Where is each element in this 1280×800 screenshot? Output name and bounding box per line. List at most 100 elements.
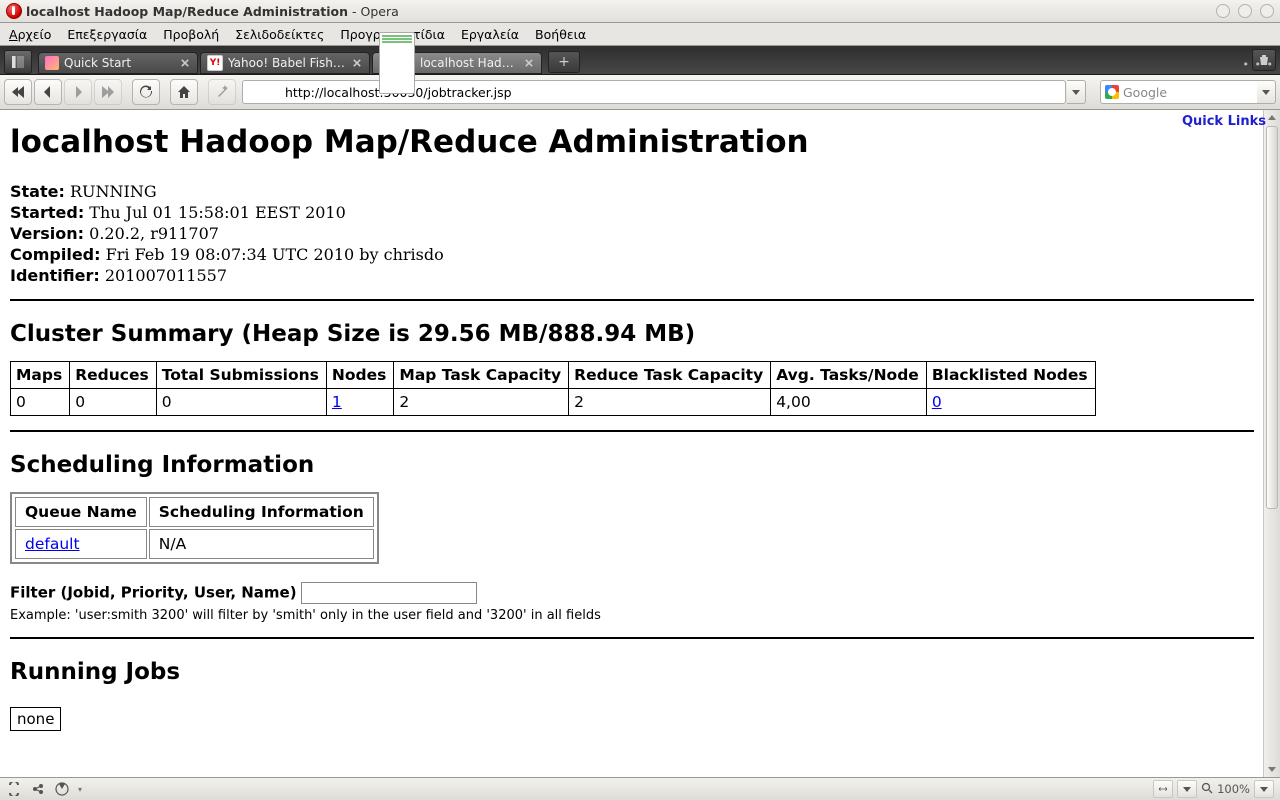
zoom-controls: 100% [1153,780,1274,798]
search-field[interactable]: Google [1100,80,1260,104]
filter-label: Filter (Jobid, Priority, User, Name) [10,584,297,602]
running-jobs-heading: Running Jobs [10,659,1254,685]
window-title-page: localhost Hadoop Map/Reduce Administrati… [26,4,348,19]
zoom-dropdown-button[interactable] [1177,780,1197,798]
page-title: localhost Hadoop Map/Reduce Administrati… [10,124,1254,160]
queue-default-link[interactable]: default [25,535,80,553]
status-bar: ▾ 100% [0,777,1280,800]
version-label: Version: [10,224,84,243]
scroll-up-button[interactable] [1264,110,1280,126]
cell-nodes: 1 [326,389,393,416]
menu-file[interactable]: Αρχείο [2,25,58,44]
cell-sched-info: N/A [149,529,374,559]
new-tab-button[interactable]: + [548,51,580,73]
col-nodes: Nodes [326,362,393,389]
status-dropdown-icon[interactable]: ▾ [78,785,82,794]
fit-width-button[interactable] [1153,780,1173,798]
back-button[interactable] [34,79,62,105]
cluster-summary-table: Maps Reduces Total Submissions Nodes Map… [10,361,1096,416]
unite-status-icon[interactable] [30,781,46,797]
tab-close-button[interactable] [178,57,191,70]
scroll-down-button[interactable] [1264,761,1280,777]
home-button[interactable] [170,79,198,105]
url-field[interactable]: http://localhost:50030/jobtracker.jsp [242,80,1066,104]
col-blacklisted: Blacklisted Nodes [926,362,1095,389]
sync-status-icon[interactable] [6,781,22,797]
quick-links-link[interactable]: Quick Links [1182,114,1266,129]
menu-bookmarks[interactable]: Σελιδοδείκτες [228,25,331,44]
maximize-button[interactable] [1238,4,1252,18]
fast-forward-button[interactable] [94,79,122,105]
cell-queue-name: default [15,529,147,559]
panel-toggle-button[interactable] [4,50,32,74]
started-label: Started: [10,203,84,222]
window-title-app: - Opera [348,4,399,19]
cell-maps: 0 [11,389,70,416]
col-total-submissions: Total Submissions [156,362,326,389]
cell-blacklisted: 0 [926,389,1095,416]
table-row: 0 0 0 1 2 2 4,00 0 [11,389,1096,416]
zoom-value-dropdown-button[interactable] [1254,780,1274,798]
identifier-label: Identifier: [10,266,100,285]
window-titlebar: localhost Hadoop Map/Reduce Administrati… [0,0,1280,23]
opera-logo-icon [6,3,22,19]
compiled-value: Fri Feb 19 08:07:34 UTC 2010 by chrisdo [101,245,444,264]
wand-button[interactable] [208,79,236,105]
tab-hadoop-admin[interactable]: localhost Hadoop Ma... [372,52,542,74]
col-avg-tasks: Avg. Tasks/Node [771,362,927,389]
cell-total-submissions: 0 [156,389,326,416]
zoom-icon [1201,782,1213,797]
navigation-toolbar: http://localhost:50030/jobtracker.jsp Go… [0,75,1280,110]
cell-avg-tasks: 4,00 [771,389,927,416]
panel-icon [12,56,24,68]
scroll-thumb[interactable] [1266,126,1278,509]
nodes-link[interactable]: 1 [332,393,342,411]
tab-overflow-indicator: • • • [1243,58,1274,71]
divider [10,637,1254,639]
yahoo-favicon-icon: Y! [207,55,223,71]
compiled-label: Compiled: [10,245,101,264]
close-window-button[interactable] [1260,4,1274,18]
minimize-button[interactable] [1216,4,1230,18]
filter-example: Example: 'user:smith 3200' will filter b… [10,608,1254,623]
scheduling-table: Queue Name Scheduling Information defaul… [10,492,379,564]
divider [10,430,1254,432]
menu-edit[interactable]: Επεξεργασία [60,25,154,44]
filter-input[interactable] [301,582,477,604]
scroll-track[interactable] [1264,126,1280,761]
menu-view[interactable]: Προβολή [156,25,226,44]
menu-bar: Αρχείο Επεξεργασία Προβολή Σελιδοδείκτες… [0,23,1280,46]
started-value: Thu Jul 01 15:58:01 EEST 2010 [84,203,346,222]
zoom-value: 100% [1217,782,1250,796]
rewind-button[interactable] [4,79,32,105]
page-viewport: Quick Links localhost Hadoop Map/Reduce … [0,110,1280,777]
menu-tools[interactable]: Εργαλεία [454,25,526,44]
blacklisted-link[interactable]: 0 [932,393,942,411]
scheduling-heading: Scheduling Information [10,452,1254,478]
running-jobs-none: none [10,707,61,731]
tab-quick-start[interactable]: Quick Start [38,52,198,74]
divider [10,299,1254,301]
url-dropdown-button[interactable] [1067,80,1086,104]
search-dropdown-button[interactable] [1257,80,1276,104]
col-queue-name: Queue Name [15,497,147,527]
col-sched-info: Scheduling Information [149,497,374,527]
cell-reduces: 0 [70,389,157,416]
tab-close-button[interactable] [522,57,535,70]
quick-start-favicon-icon [45,56,59,70]
tab-title: Quick Start [64,56,173,70]
cluster-summary-heading: Cluster Summary (Heap Size is 29.56 MB/8… [10,321,1254,347]
forward-button[interactable] [64,79,92,105]
cell-reduce-capacity: 2 [569,389,771,416]
filter-row: Filter (Jobid, Priority, User, Name) [10,582,1254,604]
tab-close-button[interactable] [350,57,363,70]
tab-yahoo-babelfish[interactable]: Y! Yahoo! Babel Fish - T... [200,52,370,74]
col-reduce-capacity: Reduce Task Capacity [569,362,771,389]
window-controls [1216,4,1274,18]
reload-button[interactable] [132,79,160,105]
vertical-scrollbar[interactable] [1263,110,1280,777]
menu-help[interactable]: Βοήθεια [528,25,593,44]
version-value: 0.20.2, r911707 [84,224,219,243]
identifier-value: 201007011557 [100,266,227,285]
turbo-status-icon[interactable] [54,781,70,797]
